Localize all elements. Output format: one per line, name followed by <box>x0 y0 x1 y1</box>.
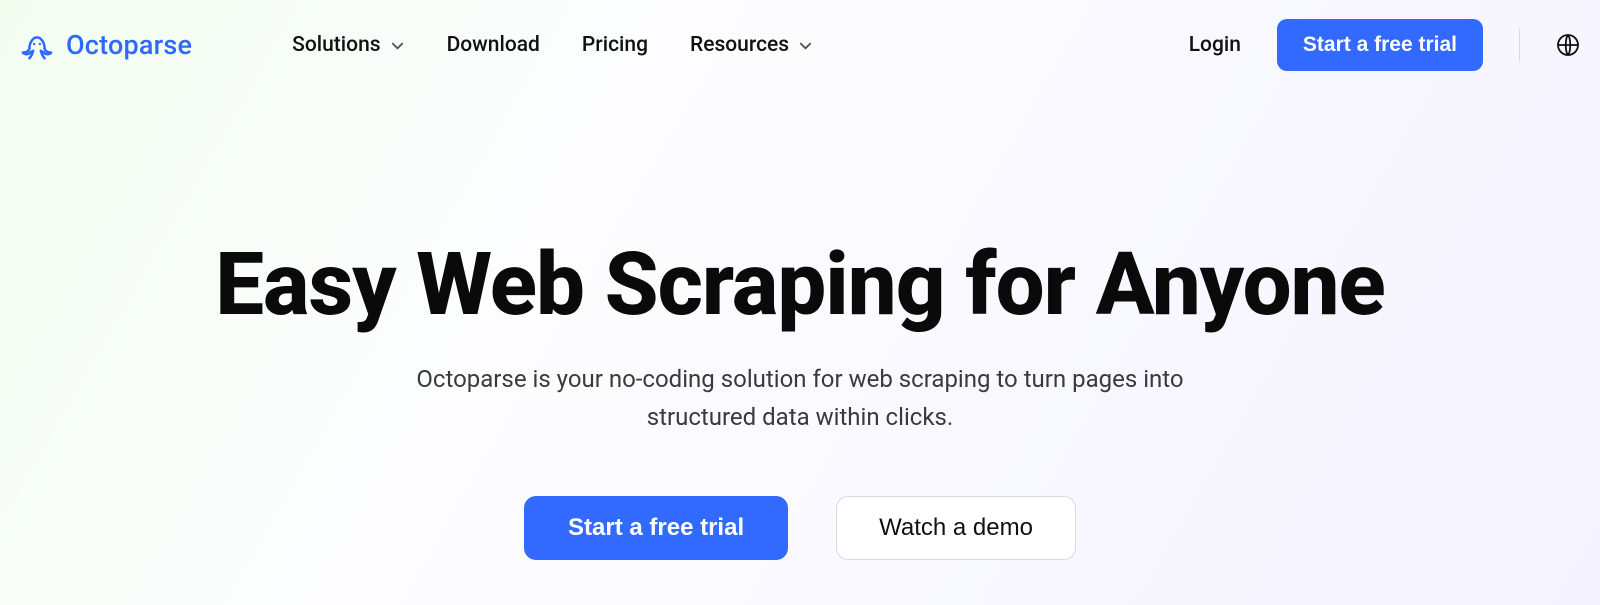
nav-resources[interactable]: Resources <box>690 33 813 57</box>
nav-solutions-label: Solutions <box>292 33 380 57</box>
hero-title: Easy Web Scraping for Anyone <box>0 240 1600 331</box>
nav-resources-label: Resources <box>690 33 789 57</box>
hero: Easy Web Scraping for Anyone Octoparse i… <box>0 90 1600 560</box>
hero-secondary-cta[interactable]: Watch a demo <box>836 496 1076 560</box>
header: Octoparse Solutions Download Pricing Res… <box>0 0 1600 90</box>
login-link[interactable]: Login <box>1189 33 1241 57</box>
vertical-separator <box>1519 29 1520 61</box>
nav-pricing-label: Pricing <box>582 33 648 57</box>
header-cta-button[interactable]: Start a free trial <box>1277 19 1483 71</box>
hero-cta-group: Start a free trial Watch a demo <box>0 496 1600 560</box>
language-switcher[interactable] <box>1556 33 1580 57</box>
header-right: Login Start a free trial <box>1189 19 1580 71</box>
nav-download-label: Download <box>447 33 540 57</box>
nav-pricing[interactable]: Pricing <box>582 33 648 57</box>
hero-primary-cta[interactable]: Start a free trial <box>524 496 788 560</box>
brand-name: Octoparse <box>66 29 192 61</box>
brand-logo[interactable]: Octoparse <box>18 26 192 64</box>
chevron-down-icon <box>390 38 405 53</box>
octopus-icon <box>18 26 56 64</box>
nav-solutions[interactable]: Solutions <box>292 33 404 57</box>
main-nav: Solutions Download Pricing Resources <box>292 33 813 57</box>
nav-download[interactable]: Download <box>447 33 540 57</box>
hero-subtitle: Octoparse is your no-coding solution for… <box>360 361 1240 435</box>
chevron-down-icon <box>798 38 813 53</box>
globe-icon <box>1556 33 1580 57</box>
